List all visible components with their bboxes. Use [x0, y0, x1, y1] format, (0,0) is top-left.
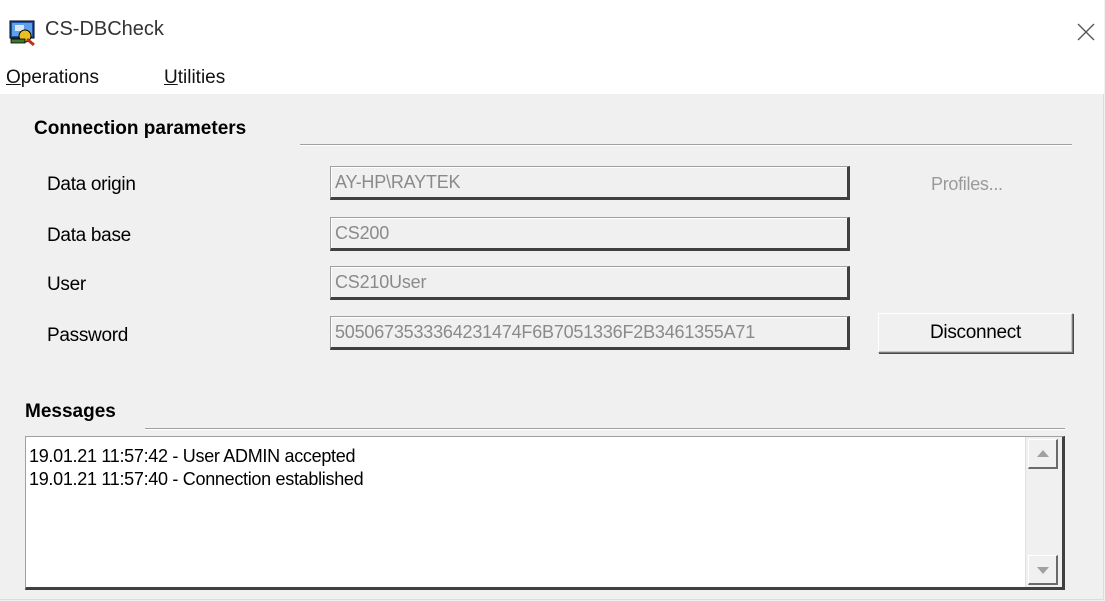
menu-mnemonic: U — [164, 67, 178, 88]
scroll-down-button[interactable] — [1028, 555, 1058, 585]
password-field[interactable]: 5050673533364231474F6B7051336F2B3461355A… — [330, 316, 850, 350]
app-icon — [8, 20, 38, 47]
menu-bar: Operations Utilities — [0, 64, 1104, 94]
scroll-up-button[interactable] — [1028, 439, 1058, 469]
messages-section-title: Messages — [25, 401, 116, 422]
menu-operations[interactable]: Operations — [6, 67, 99, 89]
message-line: 19.01.21 11:57:40 - Connection establish… — [29, 469, 364, 489]
connection-section-title: Connection parameters — [34, 118, 247, 139]
user-field[interactable]: CS210User — [330, 266, 850, 300]
data-origin-field[interactable]: AY-HP\RAYTEK — [330, 166, 850, 200]
menu-label: tilities — [177, 67, 226, 88]
close-icon[interactable] — [1068, 14, 1104, 50]
database-field[interactable]: CS200 — [330, 217, 850, 251]
user-label: User — [47, 274, 86, 295]
menu-utilities[interactable]: Utilities — [164, 67, 225, 89]
data-origin-label: Data origin — [47, 174, 136, 195]
disconnect-button[interactable]: Disconnect — [878, 313, 1073, 353]
messages-list: 19.01.21 11:57:42 - User ADMIN accepted … — [29, 445, 1022, 491]
app-window: CS-DBCheck Operations Utilities Connecti… — [0, 0, 1104, 600]
profiles-button[interactable]: Profiles... — [931, 174, 1003, 195]
database-label: Data base — [47, 225, 131, 246]
message-line: 19.01.21 11:57:42 - User ADMIN accepted — [29, 446, 356, 466]
messages-list-box[interactable]: 19.01.21 11:57:42 - User ADMIN accepted … — [25, 436, 1065, 590]
password-label: Password — [47, 325, 129, 346]
window-title: CS-DBCheck — [45, 18, 164, 40]
menu-label: perations — [20, 67, 99, 88]
section-divider — [145, 428, 1065, 430]
arrow-up-icon — [1036, 449, 1049, 457]
menu-mnemonic: O — [6, 67, 21, 88]
arrow-down-icon — [1036, 566, 1049, 574]
vertical-scrollbar[interactable] — [1025, 437, 1062, 587]
title-bar: CS-DBCheck — [0, 0, 1104, 64]
section-divider — [300, 144, 1072, 146]
